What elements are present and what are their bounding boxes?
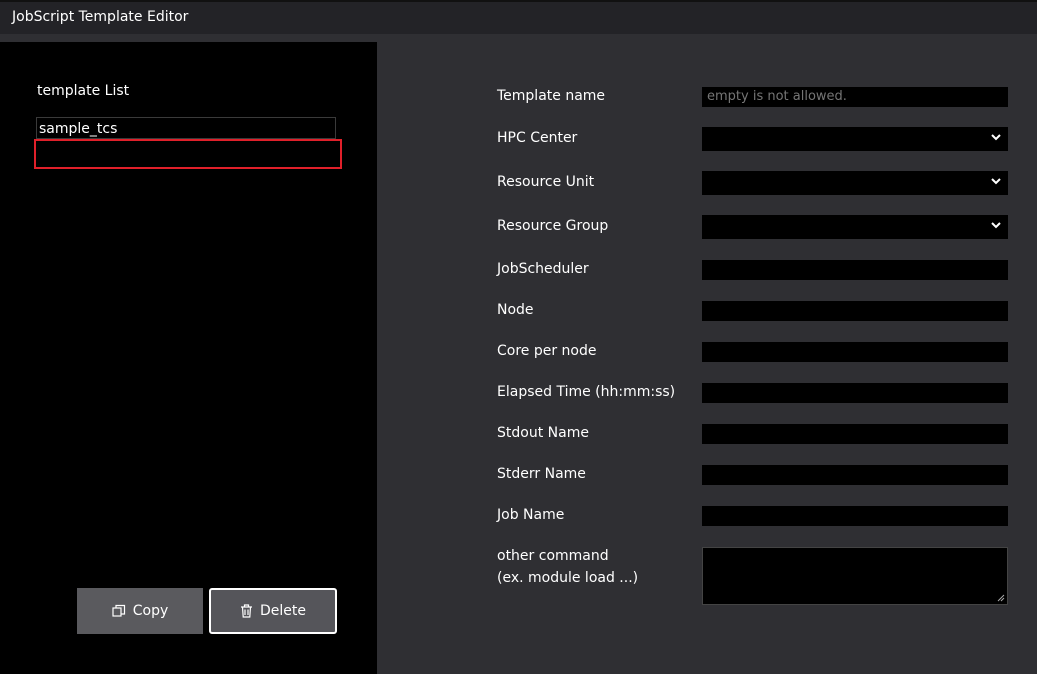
job-scheduler-input[interactable] [702, 260, 1008, 280]
stderr-name-label: Stderr Name [497, 466, 586, 482]
resize-handle-icon[interactable] [997, 594, 1005, 602]
other-command-label: other command [497, 548, 609, 564]
copy-button-label: Copy [132, 603, 169, 619]
stdout-name-input[interactable] [702, 424, 1008, 444]
template-name-label: Template name [497, 88, 606, 104]
delete-button[interactable]: Delete [209, 588, 337, 634]
template-list[interactable]: sample_tcs [34, 117, 342, 169]
template-list-label: template List [37, 83, 130, 99]
resource-group-select[interactable] [702, 215, 1008, 239]
chevron-down-icon [991, 178, 1001, 185]
other-command-textarea[interactable] [702, 547, 1008, 605]
title-bar: JobScript Template Editor [0, 0, 1037, 34]
hpc-center-select[interactable] [702, 127, 1008, 151]
template-list-item-selected[interactable] [34, 139, 342, 169]
elapsed-time-label: Elapsed Time (hh:mm:ss) [497, 384, 676, 400]
copy-icon [112, 604, 125, 617]
resource-unit-label: Resource Unit [497, 174, 595, 190]
chevron-down-icon [991, 134, 1001, 141]
delete-button-label: Delete [260, 603, 306, 619]
job-name-label: Job Name [497, 507, 565, 523]
core-per-node-label: Core per node [497, 343, 597, 359]
job-name-input[interactable] [702, 506, 1008, 526]
window-title: JobScript Template Editor [12, 9, 189, 25]
node-label: Node [497, 302, 534, 318]
other-command-hint: (ex. module load ...) [497, 570, 639, 586]
template-list-item[interactable]: sample_tcs [36, 117, 336, 139]
template-form: Template name HPC Center Resource Unit R… [377, 34, 1037, 674]
core-per-node-input[interactable] [702, 342, 1008, 362]
hpc-center-label: HPC Center [497, 130, 578, 146]
trash-icon [241, 604, 252, 618]
stdout-name-label: Stdout Name [497, 425, 589, 441]
stderr-name-input[interactable] [702, 465, 1008, 485]
chevron-down-icon [991, 222, 1001, 229]
resource-group-label: Resource Group [497, 218, 609, 234]
job-scheduler-label: JobScheduler [497, 261, 589, 277]
node-input[interactable] [702, 301, 1008, 321]
template-name-input[interactable] [702, 87, 1008, 107]
resource-unit-select[interactable] [702, 171, 1008, 195]
template-list-panel: template List sample_tcs Copy Delete [0, 42, 377, 674]
elapsed-time-input[interactable] [702, 383, 1008, 403]
copy-button[interactable]: Copy [77, 588, 203, 634]
